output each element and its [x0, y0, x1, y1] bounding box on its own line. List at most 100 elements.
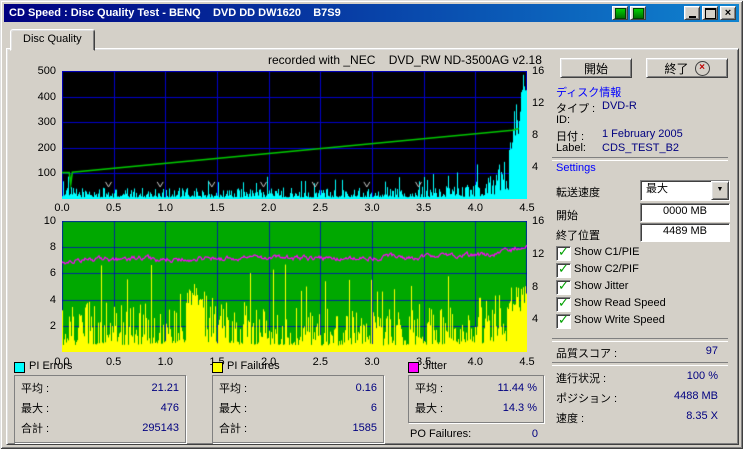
y-axis-tick-label: 2 [30, 320, 56, 332]
stat-row: 最大 : 476 [15, 398, 185, 418]
stat-label: 最大 : [21, 400, 49, 416]
x-axis-tick-label: 1.0 [148, 202, 182, 214]
speed-label: 速度 : [556, 410, 584, 426]
settings-header: Settings [556, 162, 596, 174]
y-axis-tick-label: 100 [30, 167, 56, 179]
legend-swatch-jitter [408, 362, 419, 373]
x-axis-tick-label: 1.5 [200, 202, 234, 214]
stat-value: 0.16 [356, 382, 377, 394]
checkbox-show-jitter[interactable]: ✓ [556, 280, 571, 295]
tab-disc-quality[interactable]: Disc Quality [10, 29, 95, 51]
x-axis-tick-label: 0.0 [45, 202, 79, 214]
quality-score-value: 97 [630, 345, 718, 357]
transfer-speed-value: 最大 [641, 181, 711, 200]
titlebar-chart-icon-button-2[interactable] [630, 6, 646, 20]
y-axis-tick-label: 300 [30, 116, 56, 128]
start-position-label: 開始 [556, 207, 578, 223]
checkbox-label: Show Jitter [574, 280, 628, 292]
stat-row: 平均 : 21.21 [15, 378, 185, 398]
divider [552, 157, 728, 161]
stat-value: 14.3 % [503, 402, 537, 414]
x-axis-tick-label: 2.5 [303, 356, 337, 368]
close-button[interactable]: × [720, 6, 736, 20]
recorded-with-label: recorded with _NEC DVD_RW ND-3500AG v2.1… [268, 53, 542, 67]
progress-label: 進行状況 : [556, 370, 606, 386]
maximize-button[interactable] [702, 6, 718, 20]
stat-box: 平均 : 21.21 最大 : 476 合計 : 295143 [14, 375, 186, 443]
end-position-field[interactable]: 4489 MB [640, 223, 730, 242]
stat-label: 合計 : [21, 420, 49, 436]
y-axis-tick-label: 200 [30, 142, 56, 154]
stat-label: 合計 : [219, 420, 247, 436]
po-failures-value: 0 [480, 428, 538, 440]
po-failures-label: PO Failures: [410, 428, 471, 440]
y2-axis-tick-label: 8 [532, 129, 538, 141]
disc-info-label: Label: [556, 142, 586, 154]
position-value: 4488 MB [630, 390, 718, 402]
x-axis-tick-label: 4.0 [458, 356, 492, 368]
checkbox-show-write-speed[interactable]: ✓ [556, 314, 571, 329]
checkbox-label: Show C1/PIE [574, 246, 639, 258]
stat-row: 平均 : 11.44 % [409, 378, 543, 398]
disc-info-value: DVD-R [602, 100, 637, 112]
legend-swatch-pi-errors [14, 362, 25, 373]
x-axis-tick-label: 4.5 [510, 356, 544, 368]
legend-title: PI Failures [227, 360, 280, 372]
y-axis-tick-label: 8 [30, 241, 56, 253]
disc-info-header: ディスク情報 [556, 84, 621, 100]
exit-button[interactable]: 終了 × [646, 58, 728, 78]
titlebar-chart-icon-button-1[interactable] [612, 6, 628, 20]
close-icon: × [725, 7, 731, 19]
legend-title: PI Errors [29, 360, 72, 372]
minimize-icon [689, 16, 696, 18]
minimize-button[interactable] [684, 6, 700, 20]
stat-value: 1585 [353, 422, 377, 434]
divider [552, 362, 728, 366]
y2-axis-tick-label: 12 [532, 248, 544, 260]
y2-axis-tick-label: 16 [532, 215, 544, 227]
checkbox-label: Show C2/PIF [574, 263, 639, 275]
check-icon: ✓ [558, 261, 569, 277]
tab-label: Disc Quality [23, 33, 82, 45]
transfer-speed-select[interactable]: 最大 ▼ [640, 180, 730, 201]
disc-info-value: CDS_TEST_B2 [602, 142, 679, 154]
start-position-field[interactable]: 0000 MB [640, 203, 730, 222]
y2-axis-tick-label: 4 [532, 161, 538, 173]
quality-score-label: 品質スコア : [556, 345, 617, 361]
x-axis-tick-label: 1.0 [148, 356, 182, 368]
stat-value: 21.21 [151, 382, 179, 394]
checkbox-label: Show Write Speed [574, 314, 665, 326]
stat-value: 11.44 % [497, 382, 537, 394]
checkbox-show-read-speed[interactable]: ✓ [556, 297, 571, 312]
stat-value: 476 [161, 402, 179, 414]
app-window: CD Speed : Disc Quality Test - BENQ DVD … [0, 0, 743, 449]
end-position-label: 終了位置 [556, 227, 600, 243]
divider [552, 338, 728, 342]
disc-info-label: ID: [556, 114, 570, 126]
x-axis-tick-label: 4.0 [458, 202, 492, 214]
y2-axis-tick-label: 4 [532, 313, 538, 325]
stat-label: 最大 : [415, 400, 443, 416]
stat-label: 最大 : [219, 400, 247, 416]
disc-info-value: 1 February 2005 [602, 128, 683, 140]
stat-row: 最大 : 14.3 % [409, 398, 543, 418]
stat-row: 平均 :0.16 [213, 378, 383, 398]
chevron-down-icon[interactable]: ▼ [711, 181, 729, 200]
start-button[interactable]: 開始 [560, 58, 632, 78]
stat-value: 295143 [142, 422, 179, 434]
titlebar-buttons: × [610, 6, 736, 20]
stat-label: 平均 : [415, 380, 443, 396]
stat-label: 平均 : [21, 380, 49, 396]
window-title: CD Speed : Disc Quality Test - BENQ DVD … [4, 7, 341, 19]
x-axis-tick-label: 0.5 [97, 356, 131, 368]
pif-jitter-chart [62, 221, 527, 352]
green-disc-icon [633, 8, 644, 19]
x-axis-tick-label: 0.5 [97, 202, 131, 214]
checkbox-show-c1-pie[interactable]: ✓ [556, 246, 571, 261]
x-axis-tick-label: 2.5 [303, 202, 337, 214]
y2-axis-tick-label: 16 [532, 65, 544, 77]
y2-axis-tick-label: 8 [532, 281, 538, 293]
x-axis-tick-label: 4.5 [510, 202, 544, 214]
checkbox-show-c2-pif[interactable]: ✓ [556, 263, 571, 278]
maximize-icon [705, 8, 716, 19]
